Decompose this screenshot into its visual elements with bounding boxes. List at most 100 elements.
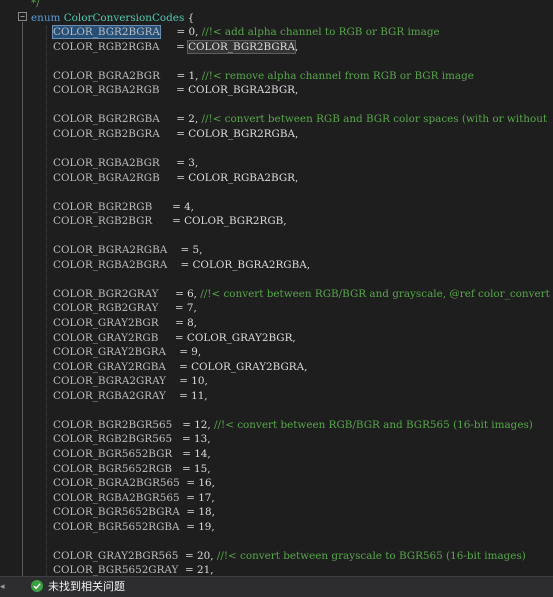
enum-member-value: = 2,	[176, 113, 199, 126]
enum-keyword: enum	[31, 11, 61, 24]
enum-member-value: = 19,	[186, 520, 215, 533]
spacing	[160, 26, 177, 38]
enum-member-value: = COLOR_GRAY2BGRA,	[179, 360, 308, 373]
enum-member-line: COLOR_BGR2BGR565 = 12, //!< convert betw…	[0, 418, 553, 433]
code-line: */	[0, 0, 553, 11]
enum-member-line: COLOR_RGBA2RGB = COLOR_BGRA2BGR,	[0, 83, 553, 98]
enum-member-name: COLOR_BGR2RGB	[53, 200, 153, 213]
enum-member-name: COLOR_RGB2BGRA	[53, 127, 160, 140]
enum-member-value: = 6,	[175, 287, 197, 300]
status-bar: ◂ 未找到相关问题	[0, 576, 553, 597]
enum-member-value: = 21,	[184, 564, 214, 576]
enum-member-name: COLOR_RGB2GRAY	[53, 302, 159, 315]
enum-member-name: COLOR_RGBA2BGR	[53, 157, 160, 170]
enum-member-line: COLOR_BGR2RGBA = 2, //!< convert between…	[0, 112, 553, 127]
doc-comment: //!< add alpha channel to RGB or BGR ima…	[198, 26, 440, 39]
enum-member-line: COLOR_RGB2BGR = COLOR_BGR2RGB,	[0, 214, 553, 229]
enum-member-value: = 9,	[179, 346, 202, 359]
enum-member-name: COLOR_BGR2RGBA	[53, 113, 160, 126]
spacing	[160, 84, 177, 96]
spacing	[172, 463, 182, 475]
enum-member-name: COLOR_RGBA2GRAY	[53, 389, 166, 402]
spacing	[166, 361, 179, 373]
enum-member-line: COLOR_GRAY2BGR = 8,	[0, 316, 553, 331]
enum-member-line: COLOR_BGR2GRAY = 6, //!< convert between…	[0, 287, 553, 302]
enum-member-value: = 0,	[176, 26, 199, 39]
enum-member-value: = 20,	[184, 549, 214, 562]
spacing	[178, 564, 185, 576]
spacing	[159, 317, 176, 329]
spacing	[160, 157, 177, 169]
spacing	[160, 41, 177, 53]
spacing	[160, 172, 177, 184]
enum-member-name: COLOR_RGB2BGR	[53, 215, 153, 228]
spacing	[178, 550, 185, 562]
enum-member-value: = 14,	[182, 447, 211, 460]
punctuation: ,	[295, 40, 299, 53]
enum-member-name: COLOR_BGR5652RGBA	[53, 520, 180, 533]
spacing	[166, 390, 179, 402]
enum-member-value: = COLOR_BGR2RGBA,	[176, 127, 299, 140]
enum-member-value: = COLOR_BGRA2BGR,	[176, 84, 299, 97]
enum-member-line: COLOR_RGB2BGRA = COLOR_BGR2RGBA,	[0, 127, 553, 142]
status-message[interactable]: 未找到相关问题	[48, 577, 125, 596]
enum-member-name: COLOR_RGB2RGBA	[53, 40, 160, 53]
enum-member-name: COLOR_BGR5652RGB	[53, 462, 173, 475]
enum-member-name: COLOR_BGR2BGR565	[53, 418, 173, 431]
enum-member-value: = 1,	[176, 69, 199, 82]
enum-member-line: COLOR_BGR2BGRA = 0, //!< add alpha chann…	[0, 25, 553, 40]
enum-member-value: =	[176, 40, 189, 53]
spacing	[167, 259, 180, 271]
enum-member-line: COLOR_RGB2BGR565 = 13,	[0, 432, 553, 447]
enum-member-line: COLOR_RGBA2BGRA = COLOR_BGRA2RGBA,	[0, 258, 553, 273]
enum-member-value: = 10,	[179, 375, 208, 388]
doc-comment: //!< convert between RGB/BGR and graysca…	[197, 287, 550, 300]
enum-member-line: COLOR_GRAY2BGR565 = 20, //!< convert bet…	[0, 549, 553, 564]
enum-member-name: COLOR_GRAY2BGR	[53, 317, 159, 330]
enum-member-line: COLOR_RGBA2BGR565 = 17,	[0, 491, 553, 506]
enum-member-name: COLOR_GRAY2RGBA	[53, 360, 166, 373]
enum-member-line: COLOR_BGRA2RGBA = 5,	[0, 243, 553, 258]
enum-member-line: COLOR_RGB2RGBA = COLOR_BGR2BGRA,	[0, 39, 553, 55]
enum-member-line: COLOR_BGRA2BGR565 = 16,	[0, 476, 553, 491]
enum-member-value: = COLOR_RGBA2BGR,	[176, 171, 299, 184]
enum-member-line: COLOR_BGR5652BGR = 14,	[0, 447, 553, 462]
code-lines: */ enum ColorConversionCodes { COLOR_BGR…	[0, 0, 553, 576]
scroll-left-icon[interactable]: ◂	[0, 581, 10, 593]
enum-member-value: = COLOR_BGRA2RGBA,	[180, 258, 311, 271]
enum-member-line: COLOR_GRAY2RGB = COLOR_GRAY2BGR,	[0, 331, 553, 346]
enum-member-name: COLOR_BGRA2RGBA	[53, 244, 168, 257]
spacing	[166, 375, 179, 387]
spacing	[172, 433, 182, 445]
enum-member-name: COLOR_BGR5652GRAY	[53, 564, 179, 576]
check-circle-icon	[31, 580, 43, 592]
spacing	[160, 70, 177, 82]
comment-end: */	[31, 0, 40, 9]
spacing	[152, 215, 172, 227]
enum-member-line: COLOR_BGR2RGB = 4,	[0, 200, 553, 215]
enum-member-line: COLOR_BGRA2GRAY = 10,	[0, 374, 553, 389]
enum-member-name: COLOR_BGR2GRAY	[53, 287, 159, 300]
enum-member-name: COLOR_BGRA2RGB	[53, 171, 160, 184]
enum-member-name: COLOR_BGR5652BGR	[53, 447, 173, 460]
spacing	[158, 302, 175, 314]
code-line-enum: enum ColorConversionCodes {	[0, 11, 553, 26]
enum-member-name: COLOR_GRAY2BGRA	[53, 346, 167, 359]
enum-member-name: COLOR_BGR5652BGRA	[53, 506, 180, 519]
enum-member-name: COLOR_RGB2BGR565	[53, 433, 173, 446]
enum-member-name: COLOR_GRAY2RGB	[53, 331, 159, 344]
enum-member-line: COLOR_RGBA2GRAY = 11,	[0, 389, 553, 404]
enum-member-line: COLOR_RGB2GRAY = 7,	[0, 301, 553, 316]
doc-comment: //!< convert between grayscale to BGR565…	[213, 549, 526, 562]
enum-name: ColorConversionCodes	[63, 11, 185, 24]
enum-member-value: = 18,	[186, 506, 215, 519]
enum-member-value: = 7,	[174, 302, 197, 315]
enum-member-line: COLOR_BGRA2BGR = 1, //!< remove alpha ch…	[0, 69, 553, 84]
enum-member-value: = 3,	[176, 157, 199, 170]
code-editor[interactable]: − */ enum ColorConversionCodes { COLOR_B…	[0, 0, 553, 576]
